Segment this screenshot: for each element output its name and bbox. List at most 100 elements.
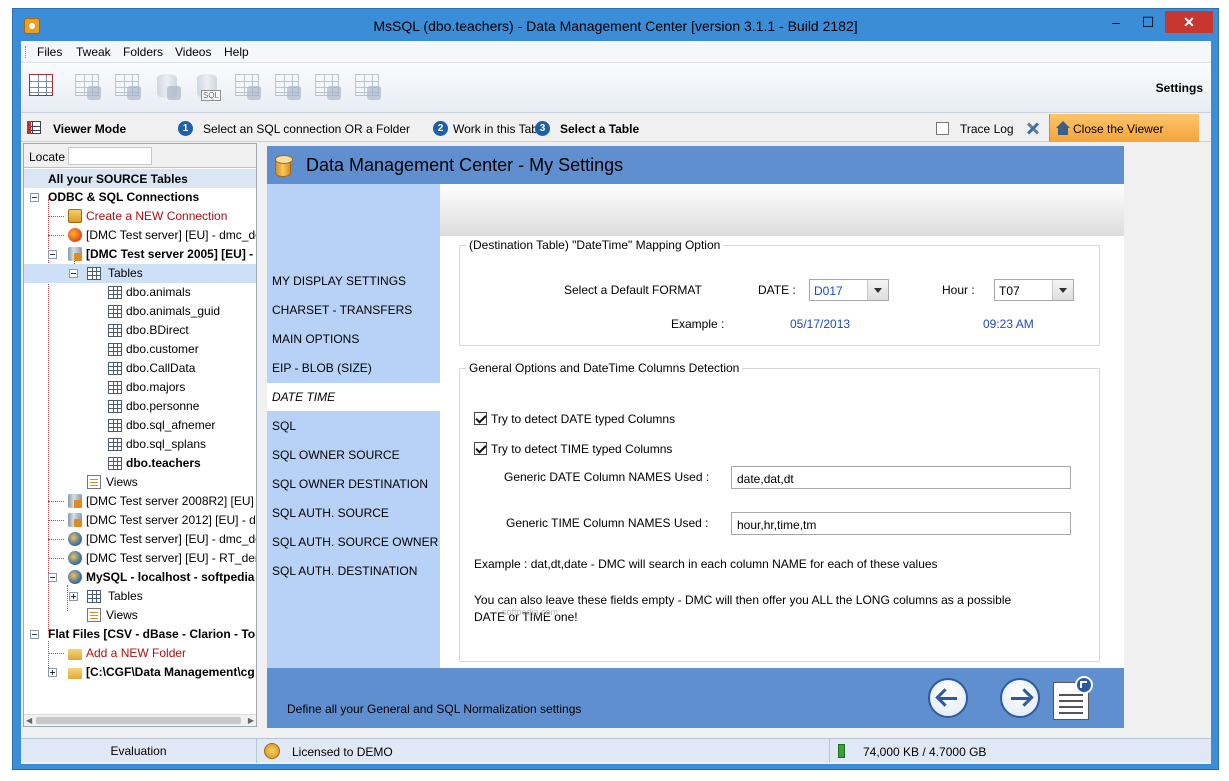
chevron-down-icon[interactable]	[1052, 280, 1073, 300]
toolbar: SQL Settings	[21, 63, 1211, 113]
scrollbar-thumb[interactable]	[36, 717, 241, 724]
date-format-select[interactable]: D017	[809, 279, 889, 301]
tree-node-add-folder[interactable]: Add a NEW Folder	[24, 644, 256, 663]
date-format-label: DATE :	[758, 283, 796, 297]
table-database-icon[interactable]	[273, 72, 303, 104]
step-2-link[interactable]: Work in this Table	[453, 122, 547, 136]
table-transfer-icon[interactable]	[313, 72, 343, 104]
nav-sql-owner-destination[interactable]: SQL OWNER DESTINATION	[267, 470, 440, 498]
content-header-band	[440, 184, 1124, 236]
step-3-badge: 3	[535, 121, 550, 136]
time-names-input[interactable]: hour,hr,time,tm	[731, 512, 1071, 535]
title-bar[interactable]: MsSQL (dbo.teachers) - Data Management C…	[13, 9, 1218, 41]
database-icon	[275, 155, 293, 177]
chevron-down-icon[interactable]	[867, 280, 888, 300]
tree-node-connection-active[interactable]: [DMC Test server 2005] [EU] - d	[24, 245, 256, 264]
nav-main-options[interactable]: MAIN OPTIONS	[267, 325, 440, 353]
tree-node-table[interactable]: dbo.animals_guid	[24, 302, 256, 321]
settings-label[interactable]: Settings	[1156, 81, 1203, 95]
source-tree-panel: Locate All your SOURCE Tables ODBC & SQL…	[23, 143, 257, 727]
detect-time-label[interactable]: Try to detect TIME typed Columns	[491, 442, 672, 456]
tree-node-table[interactable]: dbo.personne	[24, 397, 256, 416]
next-arrow-button[interactable]	[1000, 678, 1040, 718]
table-image-icon[interactable]	[353, 72, 383, 104]
sql-database-icon[interactable]: SQL	[193, 72, 223, 104]
status-license: Licensed to DEMO	[292, 745, 393, 759]
save-database-icon[interactable]	[153, 72, 183, 104]
client-area: Files Tweak Folders Videos Help SQL Sett…	[21, 41, 1211, 764]
import-table-icon[interactable]	[73, 72, 103, 104]
tree-node-connection[interactable]: [DMC Test server 2008R2] [EU] -	[24, 492, 256, 511]
tree-node-views[interactable]: Views	[24, 606, 256, 625]
locate-bar: Locate	[24, 144, 256, 168]
tree-node-odbc-sql[interactable]: ODBC & SQL Connections	[24, 188, 256, 207]
tree-node-connection[interactable]: [DMC Test server] [EU] - RT_dem	[24, 549, 256, 568]
nav-charset-transfers[interactable]: CHARSET - TRANSFERS	[267, 296, 440, 324]
tree-node-table[interactable]: dbo.customer	[24, 340, 256, 359]
close-viewer-button[interactable]: Close the Viewer	[1049, 114, 1199, 142]
tree-node-table[interactable]: dbo.sql_afnemer	[24, 416, 256, 435]
menu-grip-icon[interactable]	[25, 46, 28, 58]
locate-input[interactable]	[68, 147, 152, 165]
menu-videos[interactable]: Videos	[175, 45, 211, 59]
close-button[interactable]: ✕	[1165, 11, 1213, 33]
menu-tweak[interactable]: Tweak	[76, 45, 111, 59]
viewer-table-icon[interactable]	[27, 72, 57, 104]
tree-header: All your SOURCE Tables	[24, 169, 256, 188]
step-3-link[interactable]: Select a Table	[560, 122, 639, 136]
tree-node-connection[interactable]: [DMC Test server] [EU] - dmc_de	[24, 226, 256, 245]
step-1-link[interactable]: Select an SQL connection OR a Folder	[203, 122, 410, 136]
tree-node-tables-selected[interactable]: Tables	[24, 264, 256, 283]
nav-sql-auth-source-owner[interactable]: SQL AUTH. SOURCE OWNER	[267, 528, 440, 556]
tree-node-table-active[interactable]: dbo.teachers	[24, 454, 256, 473]
viewer-mode-icon	[27, 121, 41, 134]
trace-log-checkbox[interactable]	[936, 122, 949, 135]
tree-node-views[interactable]: Views	[24, 473, 256, 492]
minimize-button[interactable]: –	[1101, 11, 1131, 33]
scroll-left-icon[interactable]: ◀	[26, 716, 32, 725]
tree-node-table[interactable]: dbo.CallData	[24, 359, 256, 378]
tree-node-create-connection[interactable]: Create a NEW Connection	[24, 207, 256, 226]
nav-sql[interactable]: SQL	[267, 412, 440, 440]
detection-note-line-1: You can also leave these fields empty - …	[474, 593, 1012, 607]
trace-log-label[interactable]: Trace Log	[960, 122, 1014, 136]
settings-header: Data Management Center - My Settings	[267, 146, 1124, 184]
tree-node-table[interactable]: dbo.animals	[24, 283, 256, 302]
tree-node-folder[interactable]: [C:\CGF\Data Management\cg	[24, 663, 256, 682]
date-names-input[interactable]: date,dat,dt	[731, 466, 1071, 489]
detect-date-label[interactable]: Try to detect DATE typed Columns	[491, 412, 675, 426]
tree-node-table[interactable]: dbo.majors	[24, 378, 256, 397]
settings-title: Data Management Center - My Settings	[306, 155, 624, 175]
tree-node-table[interactable]: dbo.sql_splans	[24, 435, 256, 454]
tree-node-table[interactable]: dbo.BDirect	[24, 321, 256, 340]
tools-icon[interactable]	[1024, 120, 1040, 136]
tree-horizontal-scrollbar[interactable]: ◀ ▶	[24, 714, 256, 726]
hour-format-select[interactable]: T07	[994, 279, 1074, 301]
detect-time-checkbox[interactable]	[474, 442, 487, 455]
menu-files[interactable]: Files	[37, 45, 62, 59]
tree-node-tables[interactable]: Tables	[24, 587, 256, 606]
tree-node-mysql[interactable]: MySQL - localhost - softpedia	[24, 568, 256, 587]
scroll-right-icon[interactable]: ▶	[248, 716, 254, 725]
nav-sql-owner-source[interactable]: SQL OWNER SOURCE	[267, 441, 440, 469]
tree-node-flat-files[interactable]: Flat Files [CSV - dBase - Clarion - Tops	[24, 625, 256, 644]
document-export-button[interactable]	[1051, 676, 1095, 722]
default-format-label: Select a Default FORMAT	[564, 283, 702, 297]
wizard-bar: Viewer Mode 1 Select an SQL connection O…	[21, 114, 1211, 142]
menu-help[interactable]: Help	[224, 45, 249, 59]
footer-description: Define all your General and SQL Normaliz…	[287, 702, 582, 716]
menu-folders[interactable]: Folders	[123, 45, 163, 59]
tree-node-connection[interactable]: [DMC Test server 2012] [EU] - dn	[24, 511, 256, 530]
nav-sql-auth-destination[interactable]: SQL AUTH. DESTINATION	[267, 557, 440, 585]
nav-eip-blob[interactable]: EIP - BLOB (SIZE)	[267, 354, 440, 382]
nav-my-display-settings[interactable]: MY DISPLAY SETTINGS	[267, 267, 440, 295]
previous-arrow-button[interactable]	[928, 678, 968, 718]
export-table-icon[interactable]	[113, 72, 143, 104]
tree-node-connection[interactable]: [DMC Test server] [EU] - dmc_de	[24, 530, 256, 549]
maximize-button[interactable]: ☐	[1133, 11, 1163, 33]
detection-group-legend: General Options and DateTime Columns Det…	[466, 361, 743, 375]
edit-table-icon[interactable]	[233, 72, 263, 104]
detect-date-checkbox[interactable]	[474, 412, 487, 425]
nav-date-time[interactable]: DATE TIME	[267, 383, 440, 411]
nav-sql-auth-source[interactable]: SQL AUTH. SOURCE	[267, 499, 440, 527]
